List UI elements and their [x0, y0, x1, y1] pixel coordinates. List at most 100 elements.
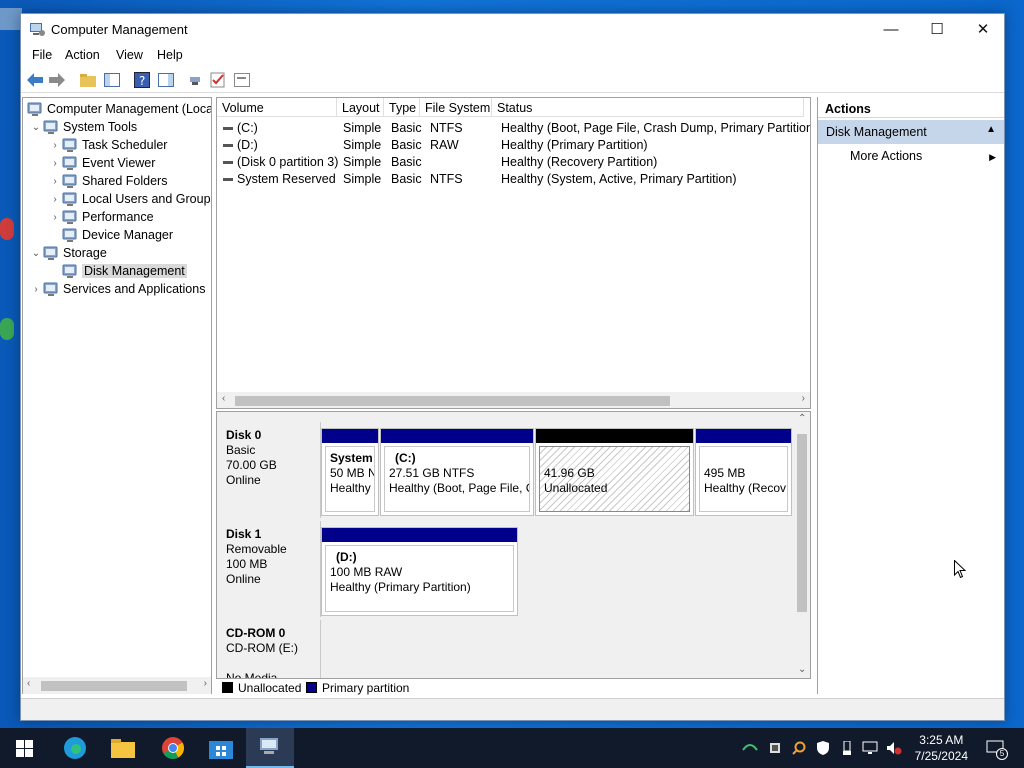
actions-pane: Actions Disk Management ▲ More Actions ▶	[817, 97, 1004, 694]
expand-chevron-icon[interactable]: ›	[48, 176, 62, 187]
menu-action[interactable]: Action	[65, 48, 100, 62]
scrollbar-thumb[interactable]	[797, 434, 807, 612]
disk-management-icon	[62, 263, 78, 279]
start-button[interactable]	[12, 736, 36, 760]
disk-type: CD-ROM (E:)	[226, 641, 298, 655]
partition-system[interactable]: System 50 MB N Healthy	[321, 428, 379, 516]
store-icon[interactable]	[209, 736, 233, 760]
security-shield-icon[interactable]	[815, 740, 831, 756]
partition-title: (D:)	[336, 550, 357, 564]
close-button[interactable]: ✕	[960, 14, 1006, 44]
cdrom-0-label[interactable]: CD-ROM 0 CD-ROM (E:) No Media	[217, 620, 321, 678]
tree-item[interactable]: › Local Users and Groups	[48, 190, 211, 208]
tree-item[interactable]: › Performance	[48, 208, 154, 226]
column-header-volume[interactable]: Volume	[217, 98, 337, 117]
expand-chevron-icon[interactable]: ›	[48, 140, 62, 151]
actions-section-disk-management[interactable]: Disk Management ▲	[818, 120, 1004, 144]
expand-chevron-icon[interactable]: ›	[48, 158, 62, 169]
scroll-left-icon[interactable]: ‹	[27, 678, 30, 689]
tree-item[interactable]: › Shared Folders	[48, 172, 167, 190]
partition-c[interactable]: (C:) 27.51 GB NTFS Healthy (Boot, Page Fil…	[380, 428, 534, 516]
expand-chevron-icon[interactable]: ›	[48, 194, 62, 205]
chrome-icon[interactable]	[161, 736, 185, 760]
tree-item[interactable]: › Services and Applications	[29, 280, 205, 298]
help-icon[interactable]: ?	[133, 71, 151, 89]
safely-remove-hardware-icon[interactable]	[839, 740, 855, 756]
computer-management-taskbar-button[interactable]	[246, 728, 294, 768]
search-tool-icon[interactable]	[791, 740, 807, 756]
tree-item-label: System Tools	[63, 120, 138, 134]
column-header-type[interactable]: Type	[384, 98, 420, 117]
scroll-right-icon[interactable]: ›	[204, 678, 207, 689]
column-header-status[interactable]: Status	[492, 98, 804, 117]
checklist-icon[interactable]	[209, 71, 227, 89]
expanded-chevron-icon[interactable]: ⌄	[29, 248, 43, 259]
expand-chevron-icon[interactable]: ›	[29, 284, 43, 295]
volume-row[interactable]: (D:) Simple Basic RAW Healthy (Primary Parti…	[217, 136, 810, 153]
disk-1-label[interactable]: Disk 1 Removable 100 MB Online	[217, 521, 321, 617]
partition-recovery[interactable]: 495 MB Healthy (Recov	[695, 428, 792, 516]
volume-muted-icon[interactable]	[886, 740, 902, 756]
minimize-button[interactable]: —	[868, 14, 914, 44]
edge-icon[interactable]	[63, 736, 87, 760]
scroll-up-icon[interactable]: ⌃	[798, 413, 806, 424]
volume-row[interactable]: (C:) Simple Basic NTFS Healthy (Boot, Page F…	[217, 119, 810, 136]
scroll-left-icon[interactable]: ‹	[222, 393, 225, 404]
tree-item[interactable]: ⌄ System Tools	[29, 118, 137, 136]
title-bar[interactable]: Computer Management — ☐ ✕	[21, 14, 1004, 44]
tree-item[interactable]: ⌄ Storage	[29, 244, 107, 262]
volume-drive-icon	[223, 161, 233, 164]
properties-icon[interactable]	[233, 71, 251, 89]
desktop-icon[interactable]	[0, 8, 22, 30]
volume-row[interactable]: System Reserved Simple Basic NTFS Healthy (S…	[217, 170, 810, 187]
tree-item-label: Device Manager	[82, 228, 174, 242]
menu-view[interactable]: View	[116, 48, 143, 62]
up-folder-icon[interactable]	[79, 71, 97, 89]
column-header-layout[interactable]: Layout	[337, 98, 384, 117]
volume-drive-icon	[223, 144, 233, 147]
tree-horizontal-scrollbar[interactable]: ‹ ›	[23, 677, 211, 694]
collapse-icon[interactable]: ▲	[986, 124, 996, 135]
tree-item-label: Event Viewer	[82, 156, 156, 170]
file-explorer-icon[interactable]	[111, 736, 135, 760]
scroll-right-icon[interactable]: ›	[802, 393, 805, 404]
performance-icon	[62, 209, 78, 225]
partition-d[interactable]: (D:) 100 MB RAW Healthy (Primary Partition…	[321, 527, 518, 616]
partition-unallocated[interactable]: 41.96 GB Unallocated	[535, 428, 694, 516]
menu-help[interactable]: Help	[157, 48, 183, 62]
show-hide-console-tree-icon[interactable]	[103, 71, 121, 89]
desktop-icon[interactable]	[0, 318, 14, 340]
tree-item[interactable]: Device Manager	[48, 226, 173, 244]
scroll-down-icon[interactable]: ⌄	[798, 664, 806, 675]
column-header-file-system[interactable]: File System	[420, 98, 492, 117]
system-clock[interactable]: 3:25 AM 7/25/2024	[915, 732, 968, 764]
disk-vertical-scrollbar[interactable]: ⌃ ⌄	[794, 412, 810, 678]
tree-item[interactable]: › Task Scheduler	[48, 136, 167, 154]
more-actions-item[interactable]: More Actions	[850, 149, 922, 163]
disk-size: 100 MB	[226, 557, 268, 571]
scrollbar-thumb[interactable]	[41, 681, 187, 691]
notification-center-icon[interactable]: 5	[984, 740, 1008, 760]
tree-item[interactable]: Computer Management (Local	[27, 100, 211, 118]
scrollbar-thumb[interactable]	[235, 396, 670, 406]
disk-0-label[interactable]: Disk 0 Basic 70.00 GB Online	[217, 422, 321, 518]
show-hide-action-pane-icon[interactable]	[157, 71, 175, 89]
volume-horizontal-scrollbar[interactable]: ‹ ›	[217, 392, 810, 408]
forward-arrow-icon[interactable]	[48, 71, 66, 89]
submenu-arrow-icon: ▶	[989, 152, 996, 162]
desktop-icon[interactable]	[0, 218, 14, 240]
usb-device-icon[interactable]	[767, 740, 783, 756]
legend-swatch-primary	[306, 682, 317, 693]
tree-item[interactable]: › Event Viewer	[48, 154, 155, 172]
network-icon[interactable]	[862, 740, 878, 756]
menu-file[interactable]: File	[32, 48, 52, 62]
expand-chevron-icon[interactable]: ›	[48, 212, 62, 223]
back-arrow-icon[interactable]	[26, 71, 44, 89]
volume-row[interactable]: (Disk 0 partition 3) Simple Basic Healthy (…	[217, 153, 810, 170]
partition-size: 100 MB RAW	[330, 565, 403, 579]
tree-item[interactable]: Disk Management	[48, 262, 187, 280]
expanded-chevron-icon[interactable]: ⌄	[29, 122, 43, 133]
network-sync-icon[interactable]	[742, 740, 758, 756]
maximize-button[interactable]: ☐	[914, 14, 960, 44]
connect-icon[interactable]	[187, 71, 205, 89]
